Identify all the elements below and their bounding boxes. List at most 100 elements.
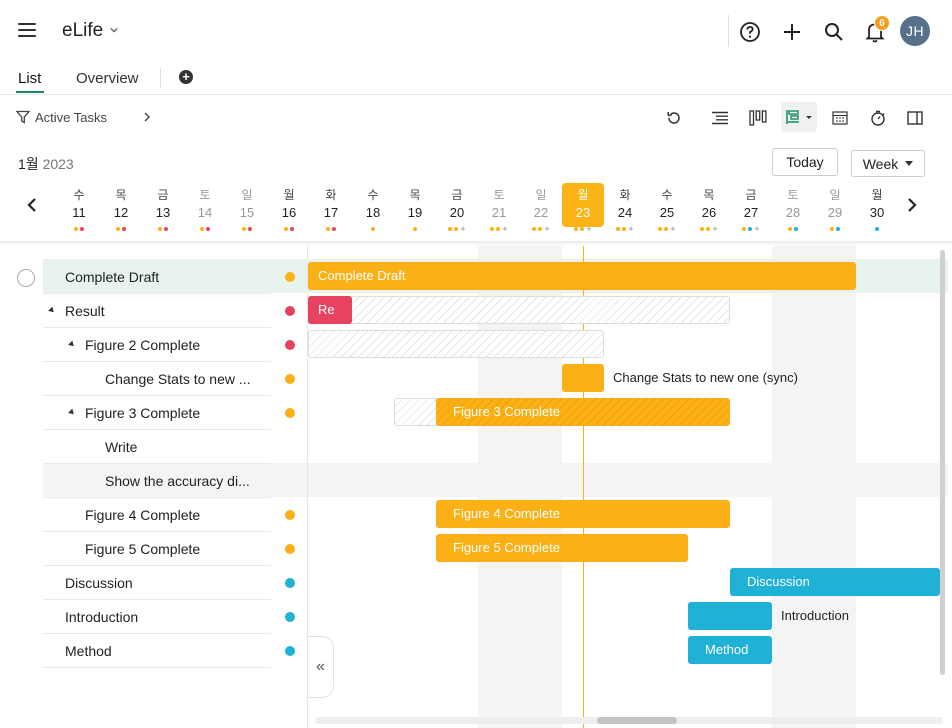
status-dot[interactable] xyxy=(285,544,295,554)
tab-overview[interactable]: Overview xyxy=(76,70,139,87)
day-number: 15 xyxy=(239,205,255,220)
collapse-caret-icon[interactable] xyxy=(68,408,76,417)
status-dot[interactable] xyxy=(285,272,295,282)
more-indicator: + xyxy=(544,224,550,234)
task-row[interactable]: Figure 2 Complete xyxy=(43,328,271,362)
day-task-dots xyxy=(58,226,100,232)
date-cell[interactable]: 수 25 xyxy=(646,183,688,227)
more-indicator: + xyxy=(628,224,634,234)
task-row[interactable]: Discussion xyxy=(43,566,271,600)
complete-checkbox[interactable] xyxy=(17,269,35,287)
chevron-right-icon[interactable] xyxy=(142,111,152,123)
day-task-dots: + xyxy=(730,225,772,234)
day-name: 수 xyxy=(661,188,673,202)
task-row[interactable]: Method xyxy=(43,634,271,668)
task-dot xyxy=(326,227,330,231)
status-dot[interactable] xyxy=(285,646,295,656)
previous-arrow-icon[interactable] xyxy=(24,196,42,214)
date-cell[interactable]: 토 21 xyxy=(478,183,520,227)
tab-list[interactable]: List xyxy=(18,70,41,87)
menu-icon[interactable] xyxy=(18,22,36,38)
bar-figure4[interactable]: Figure 4 Complete xyxy=(436,500,730,528)
status-dot[interactable] xyxy=(285,612,295,622)
refresh-icon[interactable] xyxy=(663,108,685,128)
status-dot[interactable] xyxy=(285,306,295,316)
filter-label[interactable]: Active Tasks xyxy=(35,110,107,125)
bar-change-stats[interactable] xyxy=(562,364,604,392)
day-task-dots: + xyxy=(520,224,562,234)
status-dot[interactable] xyxy=(285,408,295,418)
status-dot[interactable] xyxy=(285,340,295,350)
timer-icon[interactable] xyxy=(867,108,889,128)
status-dot[interactable] xyxy=(285,578,295,588)
collapse-caret-icon[interactable] xyxy=(68,340,76,349)
gantt-view-button[interactable] xyxy=(781,102,817,132)
date-cell[interactable]: 월 30 xyxy=(856,183,898,227)
bar-introduction[interactable] xyxy=(688,602,772,630)
filter-icon[interactable] xyxy=(16,110,30,124)
vertical-scrollbar-thumb[interactable] xyxy=(940,250,945,675)
date-cell[interactable]: 화 24 xyxy=(604,183,646,227)
calendar-grid-icon[interactable] xyxy=(829,108,851,128)
task-dot xyxy=(700,227,705,231)
more-indicator: + xyxy=(460,224,466,234)
task-dot xyxy=(200,227,204,231)
date-cell[interactable]: 수 11 xyxy=(58,183,100,227)
day-number: 18 xyxy=(365,205,381,220)
avatar[interactable]: JH xyxy=(900,16,930,46)
bar-method[interactable]: Method xyxy=(688,636,772,664)
year-text: 2023 xyxy=(42,156,74,172)
list-indent-icon[interactable] xyxy=(709,108,731,128)
bar-figure5[interactable]: Figure 5 Complete xyxy=(436,534,688,562)
date-cell[interactable]: 일 15 xyxy=(226,183,268,227)
date-cell[interactable]: 수 18 xyxy=(352,183,394,227)
status-dot[interactable] xyxy=(285,510,295,520)
task-name: Show the accuracy di... xyxy=(105,472,250,489)
task-row[interactable]: Figure 5 Complete xyxy=(43,532,271,566)
status-dot[interactable] xyxy=(285,374,295,384)
horizontal-scrollbar-thumb[interactable] xyxy=(597,717,677,724)
bar-complete-draft[interactable]: Complete Draft xyxy=(308,262,856,290)
task-row[interactable]: Write xyxy=(43,430,271,464)
collapse-caret-icon[interactable] xyxy=(48,306,56,315)
date-cell[interactable]: 금 13 xyxy=(142,183,184,227)
day-task-dots: + xyxy=(688,225,730,234)
date-cell[interactable]: 토 28 xyxy=(772,183,814,227)
date-cell[interactable]: 월 23 xyxy=(562,183,604,227)
add-tab-button[interactable]: + xyxy=(179,70,193,84)
task-row[interactable]: Introduction xyxy=(43,600,271,634)
side-panel-icon[interactable] xyxy=(904,108,926,128)
date-cell[interactable]: 목 12 xyxy=(100,183,142,227)
task-dot xyxy=(658,227,663,231)
add-icon[interactable] xyxy=(779,19,805,45)
date-cell[interactable]: 일 29 xyxy=(814,183,856,227)
chevron-down-icon[interactable] xyxy=(110,26,118,34)
next-arrow-icon[interactable] xyxy=(902,196,920,214)
task-row[interactable]: Change Stats to new ... xyxy=(43,362,271,396)
task-row[interactable]: Show the accuracy di... xyxy=(43,464,271,498)
date-cell[interactable]: 목 19 xyxy=(394,183,436,227)
task-row[interactable]: Result xyxy=(43,294,271,328)
bar-figure2-range[interactable] xyxy=(308,330,604,358)
bar-result[interactable]: Re xyxy=(308,296,352,324)
date-cell[interactable]: 일 22 xyxy=(520,183,562,227)
date-cell[interactable]: 금 20 xyxy=(436,183,478,227)
day-number: 23 xyxy=(575,205,591,220)
view-scale-dropdown[interactable]: Week xyxy=(851,150,925,177)
bar-discussion[interactable]: Discussion xyxy=(730,568,940,596)
date-cell[interactable]: 월 16 xyxy=(268,183,310,227)
task-row[interactable]: Figure 3 Complete xyxy=(43,396,271,430)
date-cell[interactable]: 금 27 xyxy=(730,183,772,227)
search-icon[interactable] xyxy=(821,19,847,45)
help-icon[interactable] xyxy=(737,19,763,45)
board-view-icon[interactable] xyxy=(747,108,769,128)
task-row[interactable]: Figure 4 Complete xyxy=(43,498,271,532)
project-title[interactable]: eLife xyxy=(62,20,103,42)
date-cell[interactable]: 목 26 xyxy=(688,183,730,227)
bar-figure3[interactable]: Figure 3 Complete xyxy=(436,398,730,426)
today-button[interactable]: Today xyxy=(772,148,838,176)
date-cell[interactable]: 토 14 xyxy=(184,183,226,227)
date-cell[interactable]: 화 17 xyxy=(310,183,352,227)
task-row[interactable]: Complete Draft xyxy=(43,260,271,294)
collapse-panel-button[interactable]: « xyxy=(308,636,334,698)
